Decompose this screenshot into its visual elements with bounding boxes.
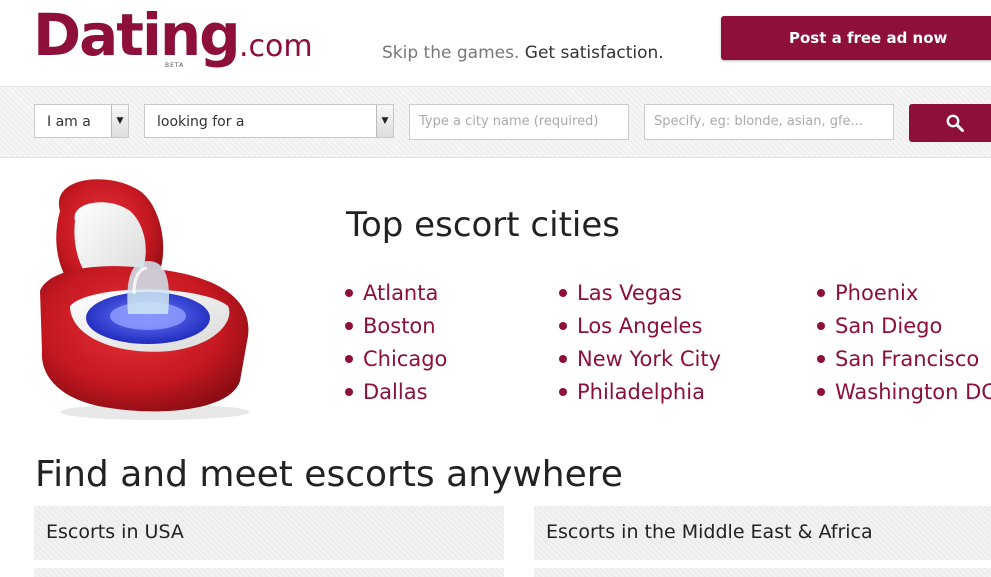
search-icon <box>946 114 964 132</box>
site-logo[interactable]: Dating .com BETA <box>33 1 313 69</box>
city-link[interactable]: Atlanta <box>345 280 447 313</box>
logo-text: Dating <box>33 1 241 69</box>
specify-input[interactable]: Specify, eg: blonde, asian, gfe... <box>644 104 894 140</box>
looking-for-select-value: looking for a <box>157 114 245 130</box>
city-link[interactable]: Los Angeles <box>559 313 721 346</box>
cities-column-2: Las Vegas Los Angeles New York City Phil… <box>559 280 721 412</box>
search-button[interactable] <box>909 104 991 142</box>
city-link[interactable]: Philadelphia <box>559 379 721 412</box>
cities-column-3: Phoenix San Diego San Francisco Washingt… <box>817 280 991 412</box>
city-link[interactable]: Washington DC <box>817 379 991 412</box>
city-link[interactable]: Chicago <box>345 346 447 379</box>
city-link[interactable]: Dallas <box>345 379 447 412</box>
top-cities-title: Top escort cities <box>346 205 620 245</box>
site-header: Dating .com BETA Skip the games. Get sat… <box>0 0 991 86</box>
logo-suffix: .com <box>239 29 313 64</box>
chevron-down-icon[interactable]: ▼ <box>376 105 393 137</box>
city-link[interactable]: San Diego <box>817 313 991 346</box>
city-link[interactable]: Phoenix <box>817 280 991 313</box>
region-row-partial[interactable] <box>534 568 991 577</box>
tagline: Skip the games. Get satisfaction. <box>382 43 664 63</box>
city-link[interactable]: Boston <box>345 313 447 346</box>
city-link[interactable]: Las Vegas <box>559 280 721 313</box>
tagline-part2: Get satisfaction. <box>524 43 664 63</box>
region-usa-link[interactable]: Escorts in USA <box>34 506 504 560</box>
city-input[interactable]: Type a city name (required) <box>409 104 629 140</box>
looking-for-select[interactable]: looking for a ▼ <box>144 104 394 138</box>
cities-column-1: Atlanta Boston Chicago Dallas <box>345 280 447 412</box>
regions-title: Find and meet escorts anywhere <box>35 454 623 495</box>
city-link[interactable]: San Francisco <box>817 346 991 379</box>
region-middle-east-africa-link[interactable]: Escorts in the Middle East & Africa <box>534 506 991 560</box>
post-ad-button[interactable]: Post a free ad now <box>721 16 991 60</box>
gender-select[interactable]: I am a ▼ <box>34 104 129 138</box>
search-bar: I am a ▼ looking for a ▼ Type a city nam… <box>0 86 991 158</box>
region-row-partial[interactable] <box>34 568 504 577</box>
gender-select-value: I am a <box>47 114 91 130</box>
hero-image <box>40 179 250 420</box>
tagline-part1: Skip the games. <box>382 43 520 63</box>
city-link[interactable]: New York City <box>559 346 721 379</box>
logo-beta-badge: BETA <box>165 62 185 69</box>
chevron-down-icon[interactable]: ▼ <box>111 105 128 137</box>
